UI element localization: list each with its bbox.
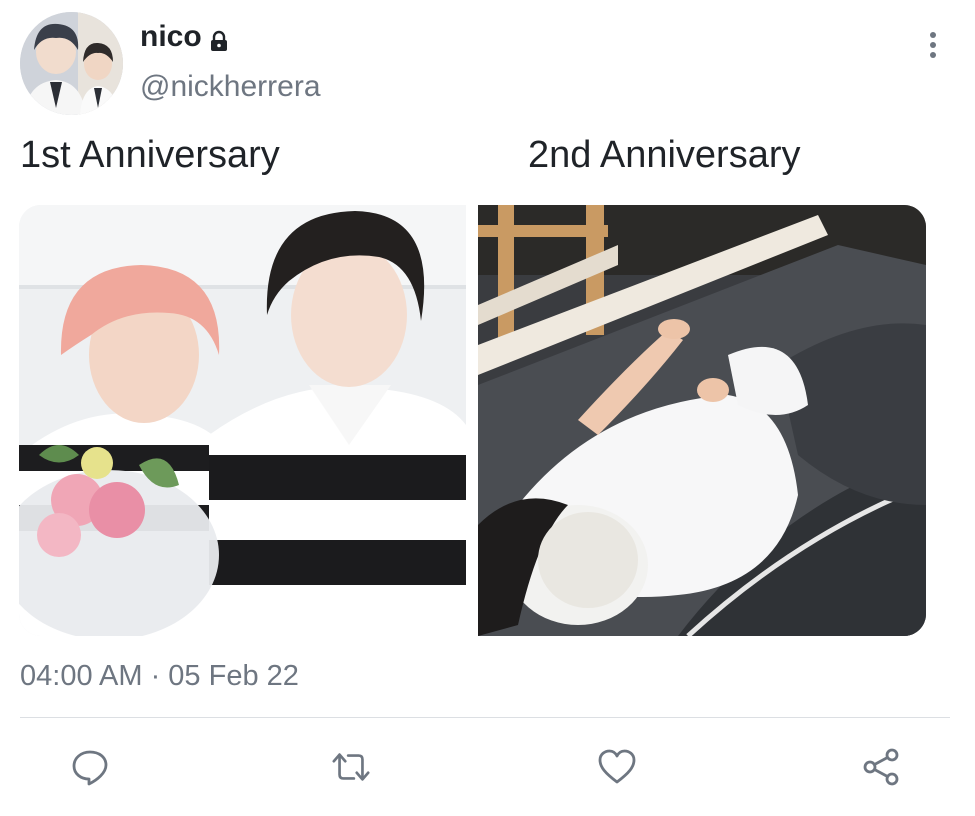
retweet-button[interactable] bbox=[330, 746, 372, 788]
more-options-button[interactable] bbox=[916, 28, 950, 62]
avatar-image bbox=[20, 12, 123, 115]
like-icon bbox=[598, 749, 636, 784]
tweet-card: nico @nickherrera 1st Anniversary 2nd An… bbox=[0, 0, 975, 816]
tweet-text-caption-1: 1st Anniversary bbox=[20, 134, 280, 176]
reply-button[interactable] bbox=[69, 746, 111, 788]
media-image-1[interactable] bbox=[19, 205, 466, 636]
tweet-text-caption-2: 2nd Anniversary bbox=[528, 134, 801, 176]
display-name[interactable]: nico bbox=[140, 20, 230, 54]
photo-person-sleeping bbox=[478, 205, 926, 636]
like-button[interactable] bbox=[596, 746, 638, 788]
avatar[interactable] bbox=[20, 12, 123, 115]
display-name-text: nico bbox=[140, 20, 202, 53]
retweet-icon bbox=[332, 753, 370, 781]
photo-two-people-bouquet bbox=[19, 205, 466, 636]
media-image-2[interactable] bbox=[478, 205, 926, 636]
share-icon bbox=[863, 748, 899, 786]
lock-icon bbox=[208, 26, 230, 51]
more-vertical-icon bbox=[930, 32, 936, 58]
reply-icon bbox=[72, 750, 108, 786]
tweet-timestamp[interactable]: 04:00 AM · 05 Feb 22 bbox=[20, 660, 299, 693]
divider bbox=[20, 717, 950, 718]
share-button[interactable] bbox=[860, 746, 902, 788]
user-handle[interactable]: @nickherrera bbox=[140, 70, 321, 104]
